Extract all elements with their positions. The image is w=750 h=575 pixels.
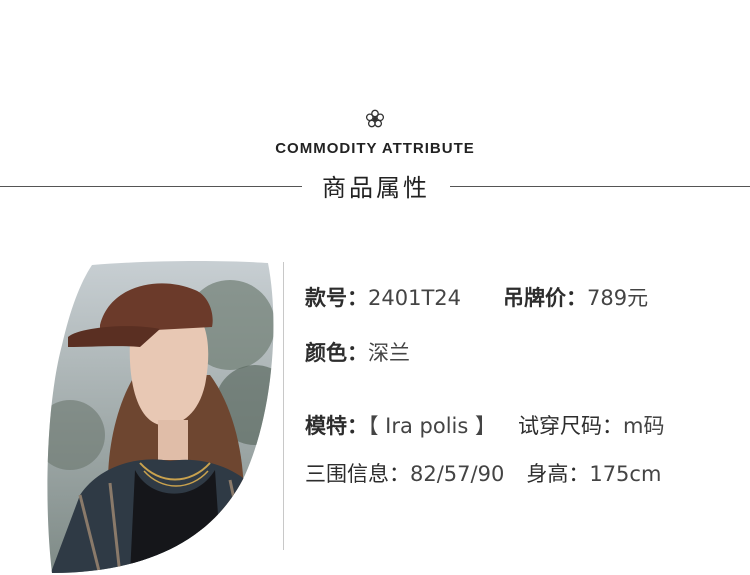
- color-label: 颜色：: [305, 341, 368, 365]
- attr-row-color: 颜色：深兰: [305, 337, 410, 367]
- measure-label: 三围信息：: [305, 462, 410, 486]
- section-title: 商品属性: [322, 174, 430, 202]
- header-rule-right: [450, 186, 750, 187]
- model-photo: [47, 261, 274, 573]
- size-value: m码: [623, 414, 665, 438]
- height-value: 175cm: [589, 462, 662, 486]
- attr-row-model: 模特：【 Ira polis 】试穿尺码：m码: [305, 410, 664, 440]
- model-label: 模特：: [305, 414, 368, 438]
- style-no-value: 2401T24: [368, 286, 461, 310]
- measure-value: 82/57/90: [410, 462, 505, 486]
- size-label: 试穿尺码：: [518, 414, 624, 438]
- price-label: 吊牌价：: [503, 286, 587, 310]
- price-value: 789元: [587, 286, 649, 310]
- attr-row-measure: 三围信息：82/57/90 身高：175cm: [305, 458, 661, 488]
- height-label: 身高：: [526, 462, 590, 486]
- header-rule-left: [0, 186, 302, 187]
- model-value: 【 Ira polis 】: [368, 414, 497, 438]
- flower-icon: [365, 109, 385, 128]
- color-value: 深兰: [368, 341, 410, 365]
- style-no-label: 款号：: [305, 286, 368, 310]
- vertical-divider: [283, 262, 284, 550]
- section-subtitle-en: COMMODITY ATTRIBUTE: [275, 140, 475, 157]
- attr-row-style: 款号：2401T24 吊牌价：789元: [305, 282, 648, 312]
